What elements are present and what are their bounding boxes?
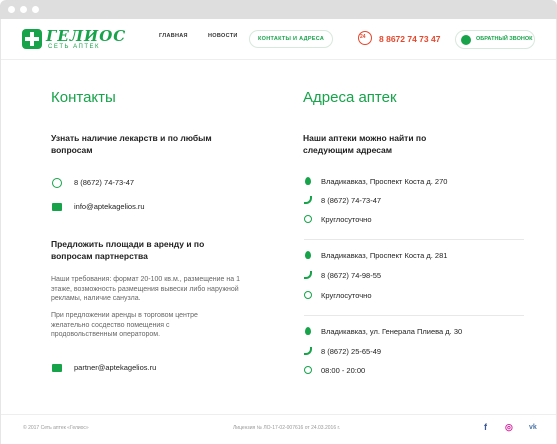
license: Лицензия № ЛО-17-02-007616 от 24.03.2016… <box>233 425 341 431</box>
phone-icon <box>304 271 312 279</box>
mail-icon <box>52 203 62 211</box>
clock-icon <box>304 291 312 299</box>
store-phone[interactable]: 8 (8672) 25-65-49 <box>321 347 381 356</box>
instagram-icon[interactable]: ◎ <box>505 422 513 433</box>
page: ГЕЛИОС СЕТЬ АПТЕК ГЛАВНАЯ НОВОСТИ КОНТАК… <box>0 19 557 444</box>
facebook-icon[interactable]: f <box>484 422 487 432</box>
addresses-title: Адреса аптек <box>303 89 397 106</box>
mail-icon <box>52 364 62 372</box>
phone-badge: 24 <box>360 34 366 40</box>
location-pin-icon <box>305 251 311 259</box>
store-hours: Круглосуточно <box>321 291 372 300</box>
divider <box>304 315 524 316</box>
clock-icon <box>304 215 312 223</box>
window-dot-icon <box>32 6 39 13</box>
nav-contacts[interactable]: КОНТАКТЫ И АДРЕСА <box>249 30 334 48</box>
window-dot-icon <box>20 6 27 13</box>
callback-button[interactable]: ОБРАТНЫЙ ЗВОНОК <box>455 30 535 49</box>
inquiry-heading: Узнать наличие лекарств и по любым вопро… <box>51 133 212 155</box>
phone-icon <box>461 35 471 45</box>
nav-news[interactable]: НОВОСТИ <box>208 33 238 39</box>
nav-home[interactable]: ГЛАВНАЯ <box>159 33 188 39</box>
contacts-title: Контакты <box>51 89 116 106</box>
logo[interactable]: ГЕЛИОС СЕТЬ АПТЕК <box>22 27 125 53</box>
store-phone[interactable]: 8 (8672) 74-98-55 <box>321 271 381 280</box>
store-phone[interactable]: 8 (8672) 74-73-47 <box>321 196 381 205</box>
browser-chrome <box>0 0 557 19</box>
site-footer: © 2017 Сеть аптек «Гелиос» Лицензия № ЛО… <box>1 414 556 444</box>
site-header: ГЕЛИОС СЕТЬ АПТЕК ГЛАВНАЯ НОВОСТИ КОНТАК… <box>1 19 556 60</box>
location-pin-icon <box>305 327 311 335</box>
callback-label: ОБРАТНЫЙ ЗВОНОК <box>476 36 533 42</box>
contacts-email[interactable]: info@aptekagelios.ru <box>74 202 145 211</box>
partner-email[interactable]: partner@aptekagelios.ru <box>74 363 156 372</box>
logo-subtitle: СЕТЬ АПТЕК <box>48 44 101 50</box>
addresses-heading: Наши аптеки можно найти по следующим адр… <box>303 133 427 155</box>
store-address: Владикавказ, ул. Генерала Плиева д. 30 <box>321 327 463 336</box>
vk-icon[interactable]: vk <box>529 424 537 431</box>
location-pin-icon <box>305 177 311 185</box>
copyright: © 2017 Сеть аптек «Гелиос» <box>23 425 89 431</box>
store-hours: Круглосуточно <box>321 215 372 224</box>
store-address: Владикавказ, Проспект Коста д. 270 <box>321 177 448 186</box>
chat-icon <box>52 178 62 188</box>
store-address: Владикавказ, Проспект Коста д. 281 <box>321 251 448 260</box>
phone-icon <box>304 347 312 355</box>
phone-24-icon: 24 <box>358 31 372 45</box>
cross-logo-icon <box>22 29 42 49</box>
phone-icon <box>304 196 312 204</box>
rent-heading: Предложить площади в аренду и по вопроса… <box>51 239 205 261</box>
store-hours: 08:00 - 20:00 <box>321 366 366 375</box>
offer-text: При предложении аренды в торговом центре… <box>51 312 198 338</box>
divider <box>304 239 524 240</box>
window-dot-icon <box>8 6 15 13</box>
logo-name: ГЕЛИОС <box>46 27 127 45</box>
header-phone[interactable]: 8 8672 74 73 47 <box>379 34 440 44</box>
requirements-text: Наши требования: формат 20-100 кв.м., ра… <box>51 276 240 302</box>
contacts-phone[interactable]: 8 (8672) 74-73-47 <box>74 178 134 187</box>
clock-icon <box>304 366 312 374</box>
